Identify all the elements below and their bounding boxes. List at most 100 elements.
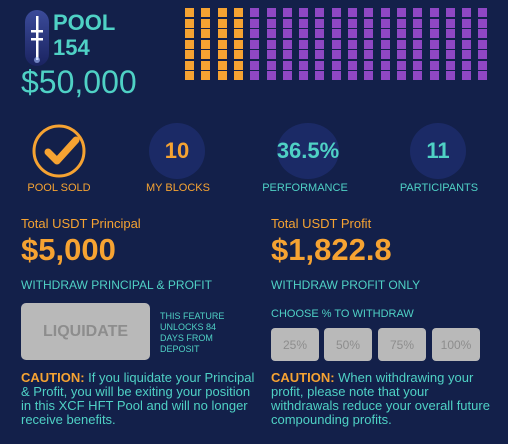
pool-block [250, 40, 259, 49]
owned-block [185, 50, 194, 59]
pool-block [397, 50, 406, 59]
owned-block [201, 40, 210, 49]
withdraw-100-button[interactable]: 100% [432, 328, 480, 361]
pool-block [299, 8, 308, 17]
pool-block [413, 61, 422, 70]
owned-block [218, 19, 227, 28]
owned-block [185, 40, 194, 49]
profit-label: Total USDT Profit [271, 216, 372, 231]
pool-block [250, 71, 259, 80]
pool-blocks-grid [185, 8, 495, 80]
pool-block [299, 19, 308, 28]
pool-block [446, 71, 455, 80]
pool-block [381, 61, 390, 70]
pool-block [381, 8, 390, 17]
stat-label-pool-sold: POOL SOLD [27, 182, 91, 194]
pool-block [397, 29, 406, 38]
owned-block [218, 50, 227, 59]
owned-block [234, 19, 243, 28]
pool-block [397, 40, 406, 49]
pool-block [478, 61, 487, 70]
pool-block [348, 19, 357, 28]
pool-block [364, 50, 373, 59]
pool-block [315, 8, 324, 17]
withdraw-50-button[interactable]: 50% [324, 328, 372, 361]
owned-block [201, 71, 210, 80]
pool-block [462, 40, 471, 49]
pool-block [315, 29, 324, 38]
pool-block [267, 19, 276, 28]
pool-block [348, 50, 357, 59]
owned-block [218, 61, 227, 70]
pool-block [446, 29, 455, 38]
pool-block [446, 40, 455, 49]
pool-block [332, 8, 341, 17]
stat-value-participants: 11 [410, 123, 466, 179]
pool-block [478, 71, 487, 80]
owned-block [201, 61, 210, 70]
pool-block [413, 29, 422, 38]
pool-block [315, 71, 324, 80]
pool-block [267, 29, 276, 38]
pool-block [348, 8, 357, 17]
pool-block [364, 19, 373, 28]
pool-block [315, 50, 324, 59]
pool-block [332, 29, 341, 38]
pool-block [315, 40, 324, 49]
owned-block [201, 19, 210, 28]
liquidate-button[interactable]: LIQUIDATE [21, 303, 150, 360]
pool-block [348, 61, 357, 70]
pool-block [430, 40, 439, 49]
pool-block [462, 29, 471, 38]
stat-label-my-blocks: MY BLOCKS [146, 182, 210, 194]
xcf-logo-icon [25, 10, 49, 66]
pool-block [364, 71, 373, 80]
pool-card: POOL 154 $50,000 POOL SOLD 10 MY BLOCKS … [0, 0, 508, 444]
pool-block [283, 71, 292, 80]
liquidate-note: THIS FEATURE UNLOCKS 84 DAYS FROM DEPOSI… [160, 311, 225, 354]
pool-block [267, 61, 276, 70]
pool-block [430, 71, 439, 80]
pool-block [413, 40, 422, 49]
pool-block [283, 8, 292, 17]
pool-block [381, 29, 390, 38]
pool-amount: $50,000 [21, 64, 137, 100]
pool-block [332, 50, 341, 59]
pool-block [315, 61, 324, 70]
pool-block [364, 61, 373, 70]
owned-block [218, 71, 227, 80]
pool-block [299, 40, 308, 49]
pool-block [413, 71, 422, 80]
owned-block [185, 71, 194, 80]
pool-block [364, 8, 373, 17]
pool-title: POOL 154 [53, 10, 115, 60]
choose-percent-label: CHOOSE % TO WITHDRAW [271, 308, 414, 320]
pool-block [364, 29, 373, 38]
pool-number: 154 [53, 35, 90, 60]
pool-block [250, 29, 259, 38]
pool-block [397, 61, 406, 70]
pool-block [267, 40, 276, 49]
pool-block [348, 29, 357, 38]
withdraw-75-button[interactable]: 75% [378, 328, 426, 361]
pool-block [446, 19, 455, 28]
pool-block [267, 8, 276, 17]
pool-block [462, 71, 471, 80]
pool-block [478, 29, 487, 38]
owned-block [201, 50, 210, 59]
pool-block [299, 71, 308, 80]
pool-block [348, 40, 357, 49]
withdraw-25-button[interactable]: 25% [271, 328, 319, 361]
profit-caution: CAUTION: When withdrawing your profit, p… [271, 371, 491, 427]
pool-block [267, 71, 276, 80]
owned-block [185, 8, 194, 17]
pool-block [283, 29, 292, 38]
pool-block [299, 50, 308, 59]
pool-block [283, 40, 292, 49]
pool-block [364, 40, 373, 49]
pool-block [413, 19, 422, 28]
stat-value-performance: 36.5% [277, 123, 339, 179]
pool-name: POOL [53, 10, 116, 35]
stat-value-my-blocks: 10 [149, 123, 205, 179]
pool-block [381, 50, 390, 59]
